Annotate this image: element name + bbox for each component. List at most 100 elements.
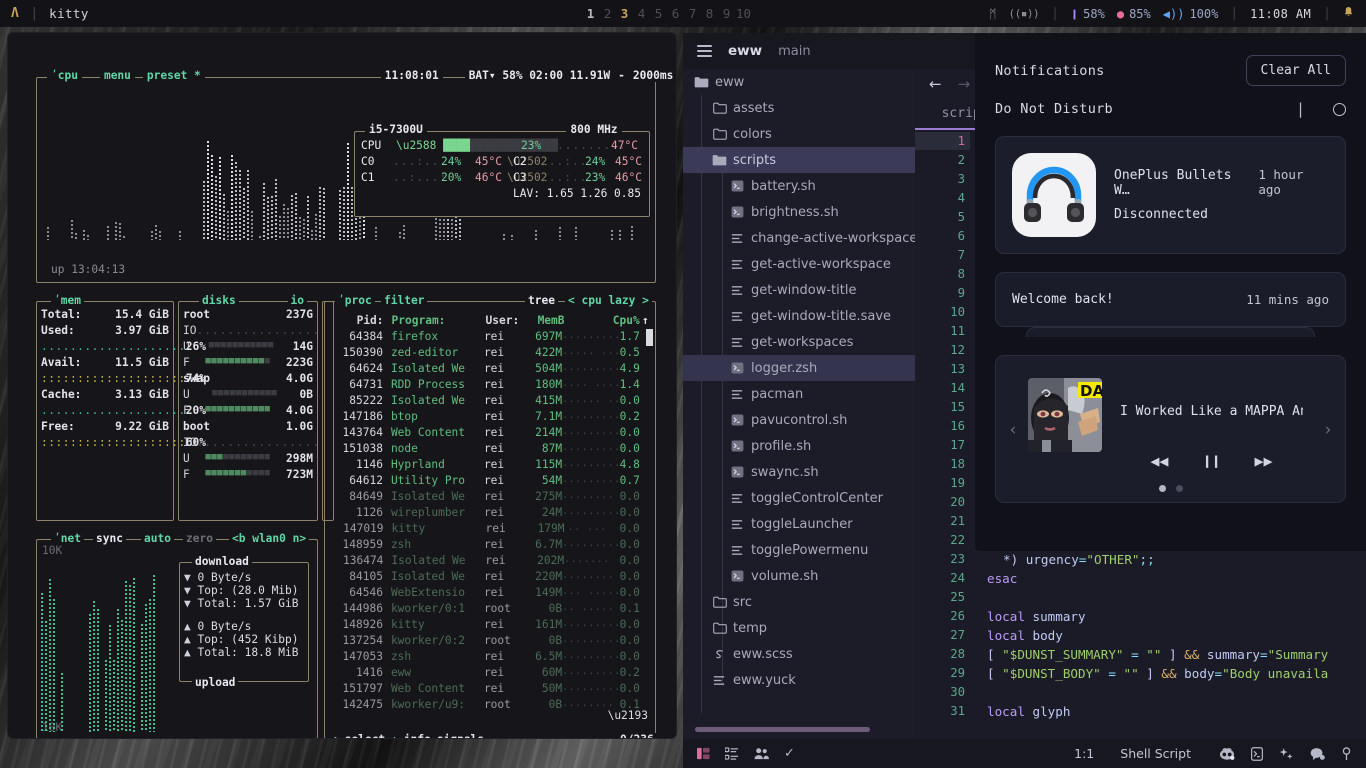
nav-back-icon[interactable]: ← bbox=[929, 75, 942, 93]
proc-sort-selector[interactable]: < cpu lazy > bbox=[565, 294, 652, 307]
workspace-button-5[interactable]: 5 bbox=[650, 6, 667, 21]
notification-item-bluetooth[interactable]: OnePlus Bullets W… 1 hour ago Disconnect… bbox=[995, 136, 1346, 254]
col-user[interactable]: User: bbox=[486, 314, 524, 327]
tree-item-pacman[interactable]: pacman bbox=[683, 381, 915, 407]
workspace-button-3[interactable]: 3 bbox=[616, 6, 633, 21]
proc-row[interactable]: 147053 zsh rei 6.5M......... 0.0 bbox=[329, 650, 651, 663]
kitty-terminal-window[interactable]: ʹcpu menu preset * 11:08:01 BAT▾ 58% 02:… bbox=[8, 33, 676, 738]
sort-arrow-icon[interactable]: ↑ bbox=[640, 314, 651, 327]
col-program[interactable]: Program: bbox=[384, 314, 486, 327]
proc-row[interactable]: 64546 WebExtensio rei 149M... ..... 0.0 bbox=[329, 586, 651, 599]
proc-row[interactable]: 136474 Isolated We rei 202M....... 0.0 bbox=[329, 554, 651, 567]
proc-row[interactable]: 137254 kworker/0:2 root 0B......... 0.0 bbox=[329, 634, 651, 647]
workspace-button-9[interactable]: 9 bbox=[718, 6, 735, 21]
tree-item-brightness-sh[interactable]: brightness.sh bbox=[683, 199, 915, 225]
media-player-widget[interactable]: ‹ › DA I Worked Like a MAPPA A ◀◀ ❙❙ ▶▶ bbox=[995, 355, 1346, 503]
tree-item-src[interactable]: src bbox=[683, 589, 915, 615]
workspace-button-8[interactable]: 8 bbox=[701, 6, 718, 21]
bluetooth-icon[interactable]: ᛗ bbox=[989, 7, 996, 21]
disk-header-boot[interactable]: boot 1.0G bbox=[183, 420, 313, 433]
nav-forward-icon[interactable]: → bbox=[958, 75, 971, 93]
cursor-position[interactable]: 1:1 bbox=[1074, 746, 1094, 761]
proc-filter-button[interactable]: filter bbox=[381, 294, 428, 307]
player-next-page-icon[interactable]: › bbox=[1323, 420, 1333, 440]
tree-item-togglecontrolcenter[interactable]: toggleControlCenter bbox=[683, 485, 915, 511]
chat-icon[interactable] bbox=[1310, 747, 1325, 761]
tree-item-eww[interactable]: eww bbox=[683, 69, 915, 95]
collab-panel-icon[interactable] bbox=[754, 747, 769, 760]
project-file-tree[interactable]: eww assets colors scripts battery.sh brightne… bbox=[683, 69, 915, 739]
clock[interactable]: 11:08 AM bbox=[1250, 7, 1311, 21]
tree-item-eww-scss[interactable]: eww.scss bbox=[683, 641, 915, 667]
menu-icon[interactable] bbox=[697, 45, 712, 57]
network-icon[interactable]: ((▪)) bbox=[1008, 7, 1039, 20]
git-branch-name[interactable]: main bbox=[778, 44, 810, 59]
clear-all-button[interactable]: Clear All bbox=[1245, 55, 1346, 86]
proc-row[interactable]: 147186 btop rei 7.1M......... 0.2 bbox=[329, 410, 651, 423]
proc-row[interactable]: 150390 zed-editor rei 422M..... ... 0.5 bbox=[329, 346, 651, 359]
proc-tree-button[interactable]: tree bbox=[525, 294, 558, 307]
player-play-pause-button[interactable]: ❙❙ bbox=[1202, 452, 1220, 470]
bell-icon[interactable] bbox=[1343, 6, 1354, 21]
assistant-icon[interactable] bbox=[1279, 747, 1294, 761]
proc-row[interactable]: 142475 kworker/u9: root 0B........ 0.1 bbox=[329, 698, 651, 711]
workspace-button-7[interactable]: 7 bbox=[684, 6, 701, 21]
language-mode[interactable]: Shell Script bbox=[1120, 746, 1191, 761]
tree-item-battery-sh[interactable]: battery.sh bbox=[683, 173, 915, 199]
proc-row[interactable]: 84105 Isolated We rei 220M........ 0.0 bbox=[329, 570, 651, 583]
proc-row[interactable]: 151797 Web Content rei 50M......... 0.0 bbox=[329, 682, 651, 695]
volume-indicator[interactable]: ◀)) 100% bbox=[1163, 7, 1219, 21]
player-prev-page-icon[interactable]: ‹ bbox=[1008, 420, 1018, 440]
col-pid[interactable]: Pid: bbox=[329, 314, 384, 327]
tree-item-get-active-workspace[interactable]: get-active-workspace bbox=[683, 251, 915, 277]
proc-row[interactable]: 151038 node rei 87M......... 0.0 bbox=[329, 442, 651, 455]
proc-row[interactable]: 147019 kitty rei 179M.. ... 0.0 bbox=[329, 522, 651, 535]
cpu-menu-button[interactable]: menu bbox=[99, 69, 135, 82]
project-name[interactable]: eww bbox=[728, 43, 762, 59]
tree-item-temp[interactable]: temp bbox=[683, 615, 915, 641]
code-line-26[interactable]: local summary bbox=[987, 609, 1086, 624]
net-interface-selector[interactable]: <b wlan0 n> bbox=[229, 532, 310, 545]
tree-item-logger-zsh[interactable]: logger.zsh bbox=[683, 355, 915, 381]
code-line-28[interactable]: [ "$DUNST_SUMMARY" = "" ] && summary="Su… bbox=[987, 647, 1328, 662]
proc-row[interactable]: 64612 Utility Pro rei 54M......... 0.7 bbox=[329, 474, 651, 487]
net-auto-button[interactable]: auto bbox=[141, 532, 174, 545]
notification-item-welcome[interactable]: Welcome back! 11 mins ago bbox=[995, 272, 1346, 327]
proc-row[interactable]: 148926 kitty rei 161M......... 0.0 bbox=[329, 618, 651, 631]
disk-header-swap[interactable]: swap 4.0G bbox=[183, 372, 313, 385]
col-cpu[interactable]: Cpu% bbox=[610, 314, 640, 327]
dnd-toggle[interactable] bbox=[1333, 102, 1346, 116]
tree-item-assets[interactable]: assets bbox=[683, 95, 915, 121]
workspace-button-4[interactable]: 4 bbox=[633, 6, 650, 21]
proc-row[interactable]: 64731 RDD Process rei 180M.... ..... 1.4 bbox=[329, 378, 651, 391]
tree-item-togglelauncher[interactable]: toggleLauncher bbox=[683, 511, 915, 537]
tree-item-change-active-workspace[interactable]: change-active-workspace bbox=[683, 225, 915, 251]
player-page-dot-1[interactable] bbox=[1158, 485, 1166, 492]
proc-row[interactable]: 85222 Isolated We rei 415M...... .. 0.0 bbox=[329, 394, 651, 407]
distro-logo-icon[interactable]: Λ bbox=[11, 6, 19, 21]
code-line-29[interactable]: [ "$DUNST_BODY" = "" ] && body="Body una… bbox=[987, 666, 1328, 681]
diagnostics-ok-icon[interactable]: ✓ bbox=[784, 746, 795, 761]
net-sync-button[interactable]: sync bbox=[93, 532, 126, 545]
proc-row[interactable]: 1416 eww rei 60M......... 0.2 bbox=[329, 666, 651, 679]
player-previous-button[interactable]: ◀◀ bbox=[1150, 452, 1168, 470]
terminal-icon[interactable] bbox=[1251, 746, 1263, 761]
disk-header-root[interactable]: root 237G bbox=[183, 308, 313, 321]
tree-item-pavucontrol-sh[interactable]: pavucontrol.sh bbox=[683, 407, 915, 433]
battery-indicator[interactable]: ❙ 58% bbox=[1071, 7, 1105, 21]
disks-io-label[interactable]: io bbox=[287, 294, 307, 307]
player-page-dot-2[interactable] bbox=[1175, 485, 1183, 492]
workspace-button-10[interactable]: 10 bbox=[735, 6, 752, 21]
workspace-button-1[interactable]: 1 bbox=[582, 6, 599, 21]
player-next-button[interactable]: ▶▶ bbox=[1255, 452, 1273, 470]
copilot-icon[interactable] bbox=[1219, 747, 1235, 761]
interval-minus-button[interactable]: - bbox=[614, 69, 629, 82]
proc-row[interactable]: 143764 Web Content rei 214M......... 0.0 bbox=[329, 426, 651, 439]
proc-select-down-key[interactable]: ↓ bbox=[388, 733, 401, 738]
workspace-indicator[interactable]: 1 2 3 4 5 6 7 8 9 10 bbox=[582, 0, 752, 27]
proc-select-up-key[interactable]: ↑ bbox=[329, 733, 342, 738]
tree-item-swaync-sh[interactable]: swaync.sh bbox=[683, 459, 915, 485]
notification-center[interactable]: Notifications Clear All Do Not Disturb | bbox=[975, 33, 1366, 551]
project-panel-icon[interactable] bbox=[697, 747, 710, 760]
tree-item-get-workspaces[interactable]: get-workspaces bbox=[683, 329, 915, 355]
